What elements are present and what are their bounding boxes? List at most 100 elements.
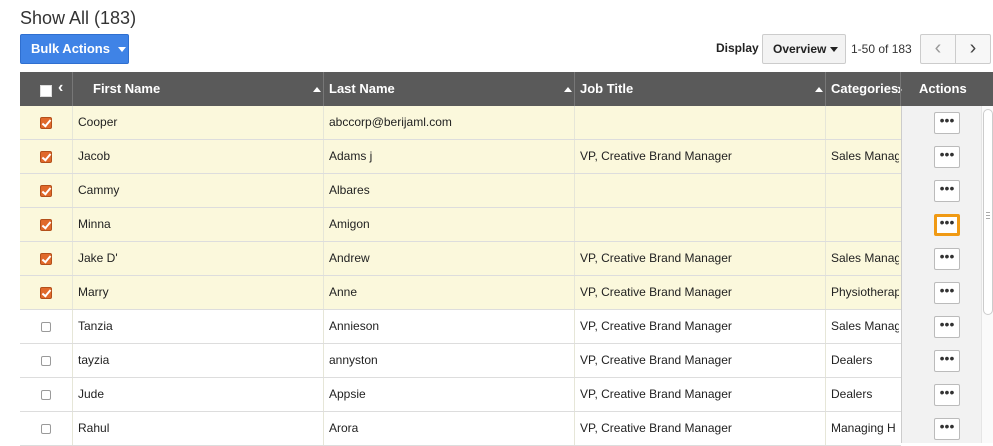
column-divider <box>825 378 826 411</box>
select-all-checkbox[interactable] <box>40 85 52 97</box>
display-select-value: Overview <box>773 42 827 56</box>
first-name-cell: tayzia <box>78 353 110 367</box>
grip-line <box>986 212 990 213</box>
column-divider <box>72 276 73 309</box>
row-actions-button[interactable]: ••• <box>934 418 960 440</box>
category-cell <box>831 174 899 207</box>
row-checkbox[interactable] <box>41 322 51 332</box>
column-divider[interactable] <box>825 72 826 106</box>
scroll-columns-left-icon[interactable]: ‹ <box>58 80 63 96</box>
sort-ascending-icon[interactable] <box>815 87 823 92</box>
last-name-cell: Anne <box>329 285 358 299</box>
job-title-cell: VP, Creative Brand Manager <box>580 319 732 333</box>
row-actions-button[interactable]: ••• <box>934 282 960 304</box>
column-header-actions: Actions <box>919 81 967 96</box>
column-divider <box>323 140 324 173</box>
column-divider <box>574 412 575 445</box>
first-name-cell: Cammy <box>78 183 120 197</box>
column-divider <box>323 378 324 411</box>
table-row[interactable]: Marry Anne VP, Creative Brand Manager Physi… <box>20 276 901 310</box>
row-actions-button[interactable]: ••• <box>934 316 960 338</box>
more-horizontal-icon: ••• <box>939 214 955 230</box>
row-checkbox[interactable] <box>40 151 52 163</box>
row-checkbox[interactable] <box>41 356 51 366</box>
table-row[interactable]: Rahul Arora VP, Creative Brand Manager Mana… <box>20 412 901 446</box>
column-divider <box>574 106 575 139</box>
grid-header: ‹ First Name Last Name Job Title Categor… <box>20 72 993 106</box>
table-row[interactable]: Jacob Adams j VP, Creative Brand Manager Sa… <box>20 140 901 174</box>
column-header-last-name[interactable]: Last Name <box>329 72 395 106</box>
first-name-cell: Jake D' <box>78 251 118 265</box>
previous-page-button[interactable]: ‹ <box>920 34 956 64</box>
sort-ascending-icon[interactable] <box>564 87 572 92</box>
job-title-cell: VP, Creative Brand Manager <box>580 149 732 163</box>
bulk-actions-button[interactable]: Bulk Actions <box>20 34 129 64</box>
row-checkbox[interactable] <box>40 253 52 265</box>
column-divider <box>72 174 73 207</box>
job-title-cell: VP, Creative Brand Manager <box>580 387 732 401</box>
column-divider <box>574 174 575 207</box>
category-cell: Managing H <box>831 421 896 435</box>
job-title-cell <box>580 208 820 241</box>
column-divider <box>323 344 324 377</box>
column-divider[interactable] <box>323 72 324 106</box>
row-checkbox[interactable] <box>40 219 52 231</box>
next-page-button[interactable]: › <box>955 34 991 64</box>
column-divider <box>323 276 324 309</box>
last-name-cell: Adams j <box>329 149 373 163</box>
row-checkbox[interactable] <box>40 117 52 129</box>
job-title-cell: VP, Creative Brand Manager <box>580 285 732 299</box>
row-actions-button[interactable]: ••• <box>934 384 960 406</box>
row-checkbox[interactable] <box>41 424 51 434</box>
more-horizontal-icon: ••• <box>939 316 955 332</box>
job-title-cell <box>580 174 820 207</box>
row-actions-button[interactable]: ••• <box>934 180 960 202</box>
column-header-first-name[interactable]: First Name <box>93 72 160 106</box>
category-cell: Sales Manag <box>831 319 899 333</box>
column-header-job-title[interactable]: Job Title <box>580 72 633 106</box>
row-checkbox[interactable] <box>40 185 52 197</box>
column-divider <box>72 378 73 411</box>
vertical-scrollbar[interactable] <box>981 106 993 443</box>
table-row[interactable]: tayzia annyston VP, Creative Brand Manager… <box>20 344 901 378</box>
column-divider <box>900 72 901 106</box>
table-row[interactable]: Jude Appsie VP, Creative Brand Manager Deal… <box>20 378 901 412</box>
scrollbar-thumb[interactable] <box>983 109 993 315</box>
first-name-cell: Rahul <box>78 421 110 435</box>
category-cell: Sales Manag <box>831 149 899 163</box>
table-row[interactable]: Cammy Albares <box>20 174 901 208</box>
sort-ascending-icon[interactable] <box>313 87 321 92</box>
last-name-cell: Albares <box>329 183 370 197</box>
column-header-categories[interactable]: Categories <box>831 72 898 106</box>
grip-line <box>986 215 990 216</box>
table-row[interactable]: Minna Amigon <box>20 208 901 242</box>
row-actions-button[interactable]: ••• <box>934 214 960 236</box>
column-divider <box>825 276 826 309</box>
row-actions-button[interactable]: ••• <box>934 350 960 372</box>
row-checkbox[interactable] <box>41 390 51 400</box>
job-title-cell: VP, Creative Brand Manager <box>580 421 732 435</box>
column-divider[interactable] <box>574 72 575 106</box>
row-actions-button[interactable]: ••• <box>934 112 960 134</box>
table-row[interactable]: Jake D' Andrew VP, Creative Brand Manager S… <box>20 242 901 276</box>
row-actions-button[interactable]: ••• <box>934 146 960 168</box>
column-divider <box>323 310 324 343</box>
row-actions-button[interactable]: ••• <box>934 248 960 270</box>
table-row[interactable]: Tanzia Annieson VP, Creative Brand Manager… <box>20 310 901 344</box>
display-select[interactable]: Overview <box>762 34 846 64</box>
column-divider <box>72 140 73 173</box>
column-divider <box>825 208 826 241</box>
caret-down-icon <box>830 47 838 52</box>
page-title: Show All (183) <box>20 8 137 28</box>
first-name-cell: Jacob <box>78 149 111 163</box>
row-checkbox[interactable] <box>40 287 52 299</box>
column-divider <box>72 242 73 275</box>
first-name-cell: Tanzia <box>78 319 113 333</box>
category-cell: Dealers <box>831 353 873 367</box>
more-horizontal-icon: ••• <box>939 418 955 434</box>
table-row[interactable]: Cooper abccorp@berijaml.com <box>20 106 901 140</box>
first-name-cell: Marry <box>78 285 109 299</box>
column-divider <box>574 208 575 241</box>
category-cell: Dealers <box>831 387 873 401</box>
column-divider <box>323 412 324 445</box>
